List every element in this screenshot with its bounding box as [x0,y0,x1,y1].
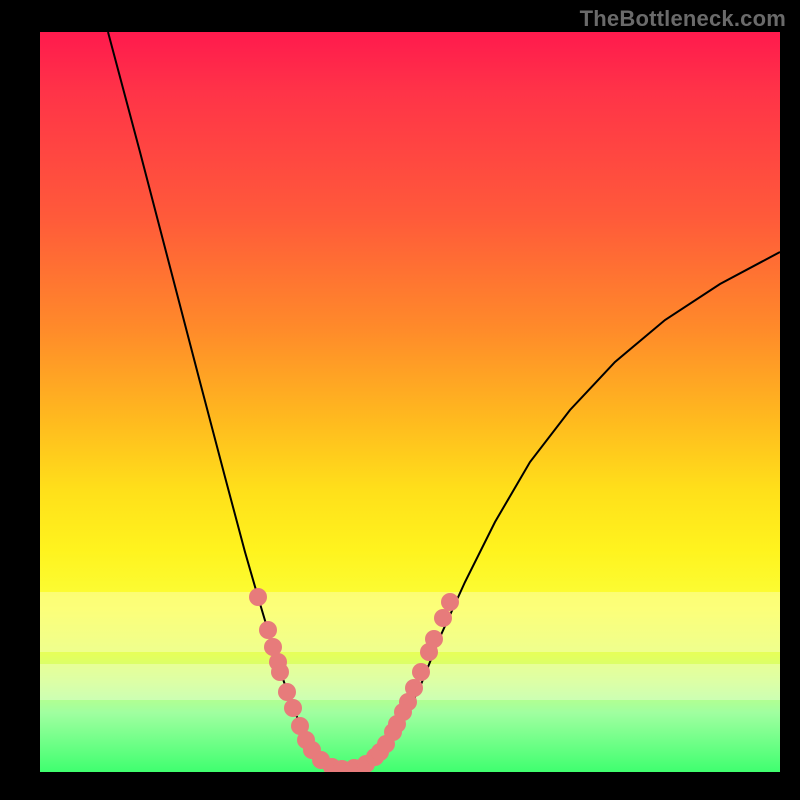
curve-marker [278,683,296,701]
curve-marker [434,609,452,627]
curve-layer [40,32,780,772]
curve-marker [284,699,302,717]
curve-marker [405,679,423,697]
watermark-text: TheBottleneck.com [580,6,786,32]
marker-group [249,588,459,772]
chart-frame: TheBottleneck.com [0,0,800,800]
curve-marker [271,663,289,681]
bottleneck-curve [108,32,780,770]
curve-marker [412,663,430,681]
curve-marker [259,621,277,639]
curve-marker [425,630,443,648]
curve-marker [249,588,267,606]
chart-plot-area [40,32,780,772]
curve-marker [441,593,459,611]
